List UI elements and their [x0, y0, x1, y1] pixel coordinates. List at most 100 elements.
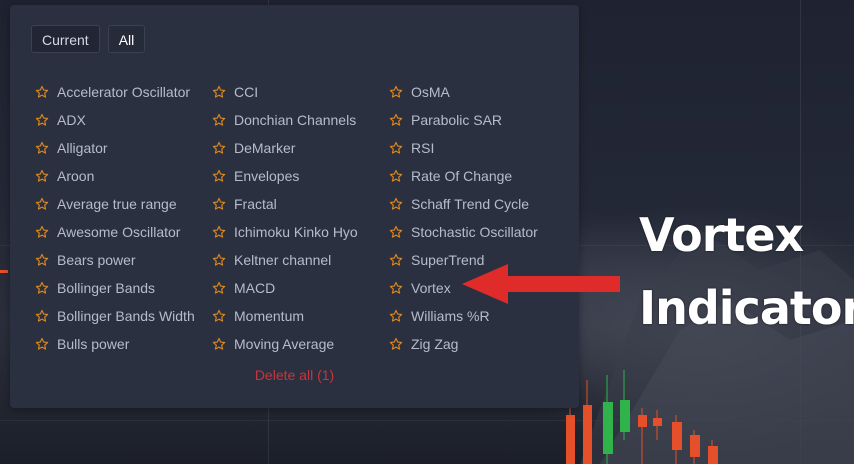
- indicator-label: Bollinger Bands Width: [57, 308, 195, 324]
- indicator-item[interactable]: Stochastic Oscillator: [389, 218, 538, 246]
- star-icon[interactable]: [35, 141, 49, 155]
- star-icon[interactable]: [35, 197, 49, 211]
- star-icon[interactable]: [35, 337, 49, 351]
- indicator-column-2: CCI Donchian Channels DeMarker Envelopes Fra…: [212, 78, 358, 358]
- indicator-tabs: Current All: [31, 25, 146, 53]
- indicator-label: Donchian Channels: [234, 112, 357, 128]
- star-icon[interactable]: [212, 253, 226, 267]
- indicators-panel: Current All Accelerator Oscillator ADX All…: [10, 5, 579, 408]
- indicator-item[interactable]: Bulls power: [35, 330, 195, 358]
- indicator-item[interactable]: Envelopes: [212, 162, 358, 190]
- star-icon[interactable]: [389, 197, 403, 211]
- star-icon[interactable]: [212, 169, 226, 183]
- indicator-label: Accelerator Oscillator: [57, 84, 191, 100]
- indicator-label: Schaff Trend Cycle: [411, 196, 530, 212]
- candlestick-series: [566, 370, 718, 464]
- star-icon[interactable]: [212, 337, 226, 351]
- star-icon[interactable]: [389, 281, 403, 295]
- candles: [566, 370, 718, 464]
- star-icon[interactable]: [212, 141, 226, 155]
- indicator-item[interactable]: Bears power: [35, 246, 195, 274]
- indicator-label: Zig Zag: [411, 336, 459, 352]
- indicator-label: Envelopes: [234, 168, 300, 184]
- red-arrow-annotation: [462, 264, 620, 304]
- star-icon[interactable]: [35, 169, 49, 183]
- indicator-label: ADX: [57, 112, 86, 128]
- indicator-item[interactable]: Ichimoku Kinko Hyo: [212, 218, 358, 246]
- indicator-item[interactable]: Accelerator Oscillator: [35, 78, 195, 106]
- star-icon[interactable]: [389, 85, 403, 99]
- indicator-label: MACD: [234, 280, 276, 296]
- indicator-item[interactable]: Momentum: [212, 302, 358, 330]
- indicator-label: Alligator: [57, 140, 108, 156]
- indicator-item[interactable]: Donchian Channels: [212, 106, 358, 134]
- indicator-item[interactable]: RSI: [389, 134, 538, 162]
- indicator-item[interactable]: Rate Of Change: [389, 162, 538, 190]
- indicator-item[interactable]: DeMarker: [212, 134, 358, 162]
- star-icon[interactable]: [35, 113, 49, 127]
- indicator-item[interactable]: MACD: [212, 274, 358, 302]
- star-icon[interactable]: [212, 85, 226, 99]
- star-icon[interactable]: [389, 309, 403, 323]
- star-icon[interactable]: [35, 225, 49, 239]
- star-icon[interactable]: [389, 337, 403, 351]
- star-icon[interactable]: [212, 225, 226, 239]
- tab-current[interactable]: Current: [31, 25, 100, 53]
- indicator-item[interactable]: Zig Zag: [389, 330, 538, 358]
- star-icon[interactable]: [389, 253, 403, 267]
- indicator-item[interactable]: Schaff Trend Cycle: [389, 190, 538, 218]
- star-icon[interactable]: [389, 141, 403, 155]
- indicator-label: Aroon: [57, 168, 95, 184]
- star-icon[interactable]: [389, 113, 403, 127]
- indicator-item[interactable]: CCI: [212, 78, 358, 106]
- price-tick: [0, 270, 8, 273]
- indicator-label: Awesome Oscillator: [57, 224, 181, 240]
- indicator-item[interactable]: OsMA: [389, 78, 538, 106]
- indicator-item[interactable]: Bollinger Bands Width: [35, 302, 195, 330]
- annotation-line-2: Indicator: [639, 281, 854, 335]
- star-icon[interactable]: [212, 281, 226, 295]
- indicator-item[interactable]: Alligator: [35, 134, 195, 162]
- star-icon[interactable]: [35, 281, 49, 295]
- indicator-item[interactable]: ADX: [35, 106, 195, 134]
- indicator-label: Stochastic Oscillator: [411, 224, 538, 240]
- indicator-label: Ichimoku Kinko Hyo: [234, 224, 358, 240]
- indicator-item[interactable]: Awesome Oscillator: [35, 218, 195, 246]
- tab-all[interactable]: All: [107, 25, 146, 53]
- indicator-label: Fractal: [234, 196, 277, 212]
- indicator-label: OsMA: [411, 84, 450, 100]
- star-icon[interactable]: [212, 197, 226, 211]
- star-icon[interactable]: [389, 169, 403, 183]
- indicator-label: Average true range: [57, 196, 177, 212]
- indicator-item[interactable]: Williams %R: [389, 302, 538, 330]
- star-icon[interactable]: [212, 113, 226, 127]
- indicator-item[interactable]: Aroon: [35, 162, 195, 190]
- indicator-item[interactable]: Moving Average: [212, 330, 358, 358]
- indicator-item[interactable]: Keltner channel: [212, 246, 358, 274]
- indicator-label: CCI: [234, 84, 259, 100]
- indicator-label: Bears power: [57, 252, 136, 268]
- indicator-label: Momentum: [234, 308, 305, 324]
- indicator-label: RSI: [411, 140, 435, 156]
- indicator-label: Williams %R: [411, 308, 490, 324]
- indicator-label: Vortex: [411, 280, 451, 296]
- indicator-label: Parabolic SAR: [411, 112, 503, 128]
- delete-all-button[interactable]: Delete all (1): [10, 367, 579, 383]
- indicator-label: Moving Average: [234, 336, 335, 352]
- indicator-item[interactable]: Bollinger Bands: [35, 274, 195, 302]
- star-icon[interactable]: [389, 225, 403, 239]
- indicator-column-3: OsMA Parabolic SAR RSI Rate Of Change Schaff…: [389, 78, 538, 358]
- annotation-line-1: Vortex: [639, 208, 804, 262]
- indicator-item[interactable]: Parabolic SAR: [389, 106, 538, 134]
- star-icon[interactable]: [35, 309, 49, 323]
- star-icon[interactable]: [212, 309, 226, 323]
- indicator-label: DeMarker: [234, 140, 296, 156]
- indicator-column-1: Accelerator Oscillator ADX Alligator Aroon A…: [35, 78, 195, 358]
- star-icon[interactable]: [35, 253, 49, 267]
- indicator-item[interactable]: Average true range: [35, 190, 195, 218]
- indicator-label: Bollinger Bands: [57, 280, 156, 296]
- indicator-label: Rate Of Change: [411, 168, 513, 184]
- star-icon[interactable]: [35, 85, 49, 99]
- indicator-item[interactable]: Fractal: [212, 190, 358, 218]
- indicator-label: Bulls power: [57, 336, 130, 352]
